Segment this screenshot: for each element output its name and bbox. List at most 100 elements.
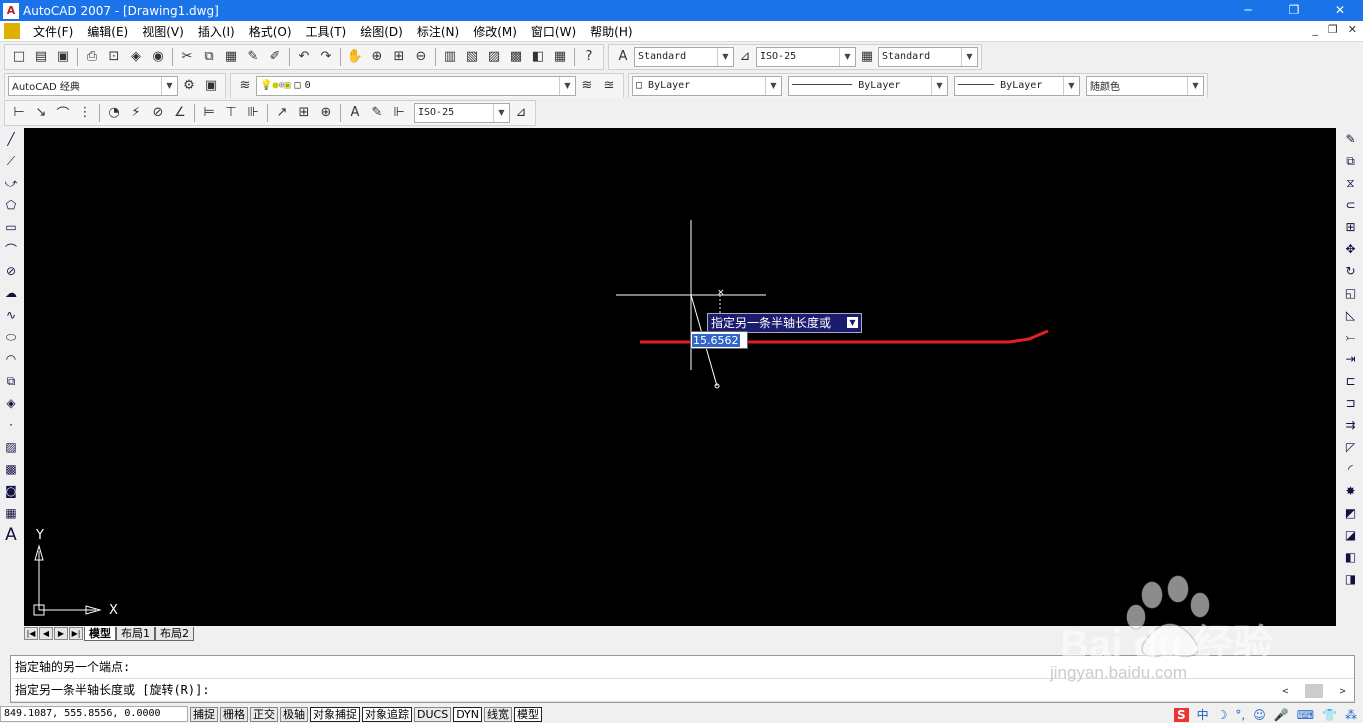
doc-minimize-button[interactable]: _: [1312, 23, 1318, 36]
aligned-dim-icon[interactable]: ↘: [31, 103, 51, 123]
tab-layout2[interactable]: 布局2: [155, 626, 194, 641]
open-icon[interactable]: ▤: [31, 47, 51, 67]
options-arrow-icon[interactable]: ▼: [847, 317, 858, 328]
dim-style-select[interactable]: ISO-25 ▼: [756, 46, 856, 67]
new-icon[interactable]: □: [9, 47, 29, 67]
workspace-select[interactable]: AutoCAD 经典 ▼: [8, 75, 178, 96]
tool-palettes-icon[interactable]: ▨: [484, 47, 504, 67]
command-scrollbar[interactable]: < >: [1274, 679, 1354, 703]
angular-dim-icon[interactable]: ∠: [170, 103, 190, 123]
match-properties-icon[interactable]: ✎: [243, 47, 263, 67]
fillet-icon[interactable]: ◜: [1341, 458, 1361, 480]
table-style-icon[interactable]: ▦: [857, 47, 877, 67]
quick-leader-icon[interactable]: ↗: [272, 103, 292, 123]
layer-select[interactable]: 💡 ● ⊕ ▣ □ 0 ▼: [256, 75, 576, 96]
scroll-right-icon[interactable]: >: [1340, 686, 1346, 697]
publish-icon[interactable]: ◈: [126, 47, 146, 67]
multiline-text-icon[interactable]: A: [2, 524, 20, 546]
zoom-realtime-icon[interactable]: ⊕: [367, 47, 387, 67]
point-icon[interactable]: ·: [2, 414, 20, 436]
markup-icon[interactable]: ◧: [528, 47, 548, 67]
move-icon[interactable]: ✥: [1341, 238, 1361, 260]
polar-toggle[interactable]: 极轴: [280, 706, 308, 722]
ducs-toggle[interactable]: DUCS: [414, 706, 452, 722]
cut-icon[interactable]: ✂: [177, 47, 197, 67]
continue-dim-icon[interactable]: ⊪: [243, 103, 263, 123]
erase-icon[interactable]: ✎: [1341, 128, 1361, 150]
lineweight-select[interactable]: ────── ByLayer ▼: [954, 75, 1080, 96]
scroll-left-icon[interactable]: <: [1282, 686, 1288, 697]
table-icon[interactable]: ▦: [2, 502, 20, 524]
stretch-icon[interactable]: ◺: [1341, 304, 1361, 326]
dim-style-icon[interactable]: ⊿: [735, 47, 755, 67]
polygon-icon[interactable]: ⬠: [2, 194, 20, 216]
redo-icon[interactable]: ↷: [316, 47, 336, 67]
moon-icon[interactable]: ☽: [1217, 708, 1228, 722]
make-object-layer-current-icon[interactable]: ≋: [577, 76, 597, 96]
toolbox-icon[interactable]: ⁂: [1345, 708, 1357, 722]
paste-icon[interactable]: ▦: [221, 47, 241, 67]
hatch-icon[interactable]: ▨: [2, 436, 20, 458]
tab-layout1[interactable]: 布局1: [116, 626, 155, 641]
sogou-icon[interactable]: S: [1173, 707, 1189, 722]
copy-icon[interactable]: ⧉: [199, 47, 219, 67]
scroll-thumb[interactable]: [1304, 684, 1323, 698]
join-icon[interactable]: ⇉: [1341, 414, 1361, 436]
circle-icon[interactable]: ⊘: [2, 260, 20, 282]
layer-previous-icon[interactable]: ≊: [599, 76, 619, 96]
revision-cloud-icon[interactable]: ☁: [2, 282, 20, 304]
jogged-dim-icon[interactable]: ⚡: [126, 103, 146, 123]
minimize-button[interactable]: ─: [1225, 0, 1271, 21]
center-mark-icon[interactable]: ⊕: [316, 103, 336, 123]
menu-file[interactable]: 文件(F): [26, 23, 80, 40]
arc-icon[interactable]: ⌒: [2, 238, 20, 260]
text-style-icon[interactable]: A: [613, 47, 633, 67]
baseline-dim-icon[interactable]: ⊤: [221, 103, 241, 123]
close-button[interactable]: ✕: [1317, 0, 1363, 21]
drawing-canvas[interactable]: × X Y 指定另一条半轴长度或 ▼ 15.6562: [24, 128, 1336, 626]
zoom-window-icon[interactable]: ⊞: [389, 47, 409, 67]
dim-text-edit-icon[interactable]: ✎: [367, 103, 387, 123]
calculator-icon[interactable]: ▦: [550, 47, 570, 67]
text-style-select[interactable]: Standard ▼: [634, 46, 734, 67]
menu-modify[interactable]: 修改(M): [466, 23, 524, 40]
copy-object-icon[interactable]: ⧉: [1341, 150, 1361, 172]
first-tab-icon[interactable]: |◀: [24, 627, 38, 640]
menu-help[interactable]: 帮助(H): [583, 23, 639, 40]
gradient-icon[interactable]: ▩: [2, 458, 20, 480]
model-toggle[interactable]: 模型: [514, 706, 543, 722]
rectangle-icon[interactable]: ▭: [2, 216, 20, 238]
plot-icon[interactable]: ⎙: [82, 47, 102, 67]
mirror-icon[interactable]: ⧖: [1341, 172, 1361, 194]
draw-order-back-icon[interactable]: ◪: [1341, 524, 1361, 546]
menu-format[interactable]: 格式(O): [242, 23, 299, 40]
menu-dimension[interactable]: 标注(N): [410, 23, 466, 40]
save-icon[interactable]: ▣: [53, 47, 73, 67]
tolerance-icon[interactable]: ⊞: [294, 103, 314, 123]
arc-length-icon[interactable]: ⌒: [53, 103, 73, 123]
keyboard-icon[interactable]: ⌨: [1297, 708, 1314, 722]
undo-icon[interactable]: ↶: [294, 47, 314, 67]
tab-model[interactable]: 模型: [84, 626, 116, 641]
zoom-previous-icon[interactable]: ⊖: [411, 47, 431, 67]
table-style-select[interactable]: Standard ▼: [878, 46, 978, 67]
break-at-point-icon[interactable]: ⊏: [1341, 370, 1361, 392]
ellipse-icon[interactable]: ⬭: [2, 326, 20, 348]
coordinates-readout[interactable]: 849.1087, 555.8556, 0.0000: [0, 706, 188, 722]
3d-dwf-icon[interactable]: ◉: [148, 47, 168, 67]
sheet-set-icon[interactable]: ▩: [506, 47, 526, 67]
layer-manager-icon[interactable]: ≋: [235, 76, 255, 96]
block-editor-icon[interactable]: ✐: [265, 47, 285, 67]
menu-draw[interactable]: 绘图(D): [353, 23, 410, 40]
dim-style-manager-icon[interactable]: ⊿: [511, 103, 531, 123]
menu-insert[interactable]: 插入(I): [191, 23, 242, 40]
break-icon[interactable]: ⊐: [1341, 392, 1361, 414]
region-icon[interactable]: ◙: [2, 480, 20, 502]
properties-icon[interactable]: ▥: [440, 47, 460, 67]
doc-close-button[interactable]: ✕: [1348, 23, 1357, 36]
design-center-icon[interactable]: ▧: [462, 47, 482, 67]
grid-toggle[interactable]: 栅格: [220, 706, 248, 722]
chamfer-icon[interactable]: ◸: [1341, 436, 1361, 458]
dim-edit-icon[interactable]: A: [345, 103, 365, 123]
ortho-toggle[interactable]: 正交: [250, 706, 278, 722]
